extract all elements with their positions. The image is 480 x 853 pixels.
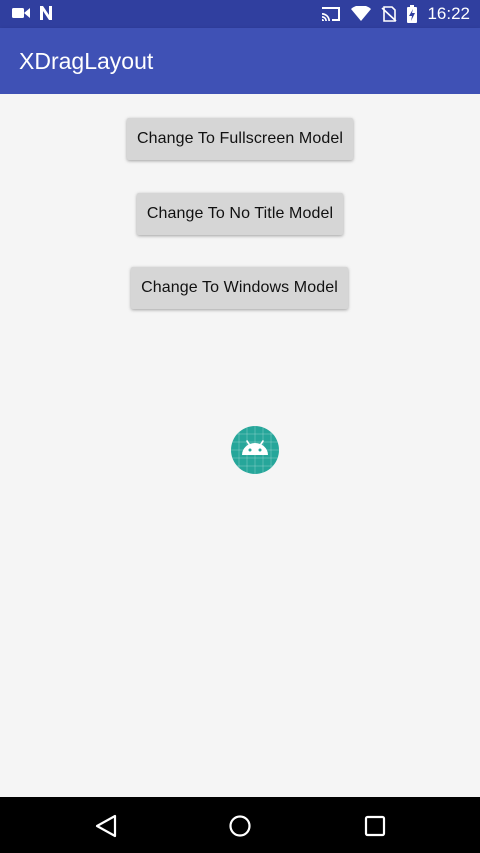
n-icon — [38, 5, 54, 21]
main-content: Change To Fullscreen Model Change To No … — [0, 94, 480, 797]
recent-apps-icon[interactable] — [360, 811, 390, 841]
change-to-fullscreen-button[interactable]: Change To Fullscreen Model — [127, 118, 353, 160]
app-title: XDragLayout — [19, 48, 154, 74]
app-bar: XDragLayout — [0, 28, 480, 94]
video-camera-icon — [12, 6, 30, 20]
wifi-icon — [351, 6, 372, 22]
home-icon[interactable] — [225, 811, 255, 841]
status-right-icons: 16:22 — [321, 4, 470, 24]
cast-icon — [321, 6, 341, 22]
status-time: 16:22 — [427, 4, 470, 23]
status-left-icons — [12, 5, 54, 21]
back-icon[interactable] — [91, 811, 121, 841]
no-sim-icon — [381, 6, 397, 22]
battery-charging-icon — [407, 5, 418, 23]
change-to-windows-button[interactable]: Change To Windows Model — [131, 267, 348, 309]
navigation-bar — [0, 797, 480, 853]
android-launcher-icon[interactable] — [231, 426, 279, 474]
status-bar: 16:22 — [0, 0, 480, 28]
change-to-no-title-button[interactable]: Change To No Title Model — [137, 193, 343, 235]
